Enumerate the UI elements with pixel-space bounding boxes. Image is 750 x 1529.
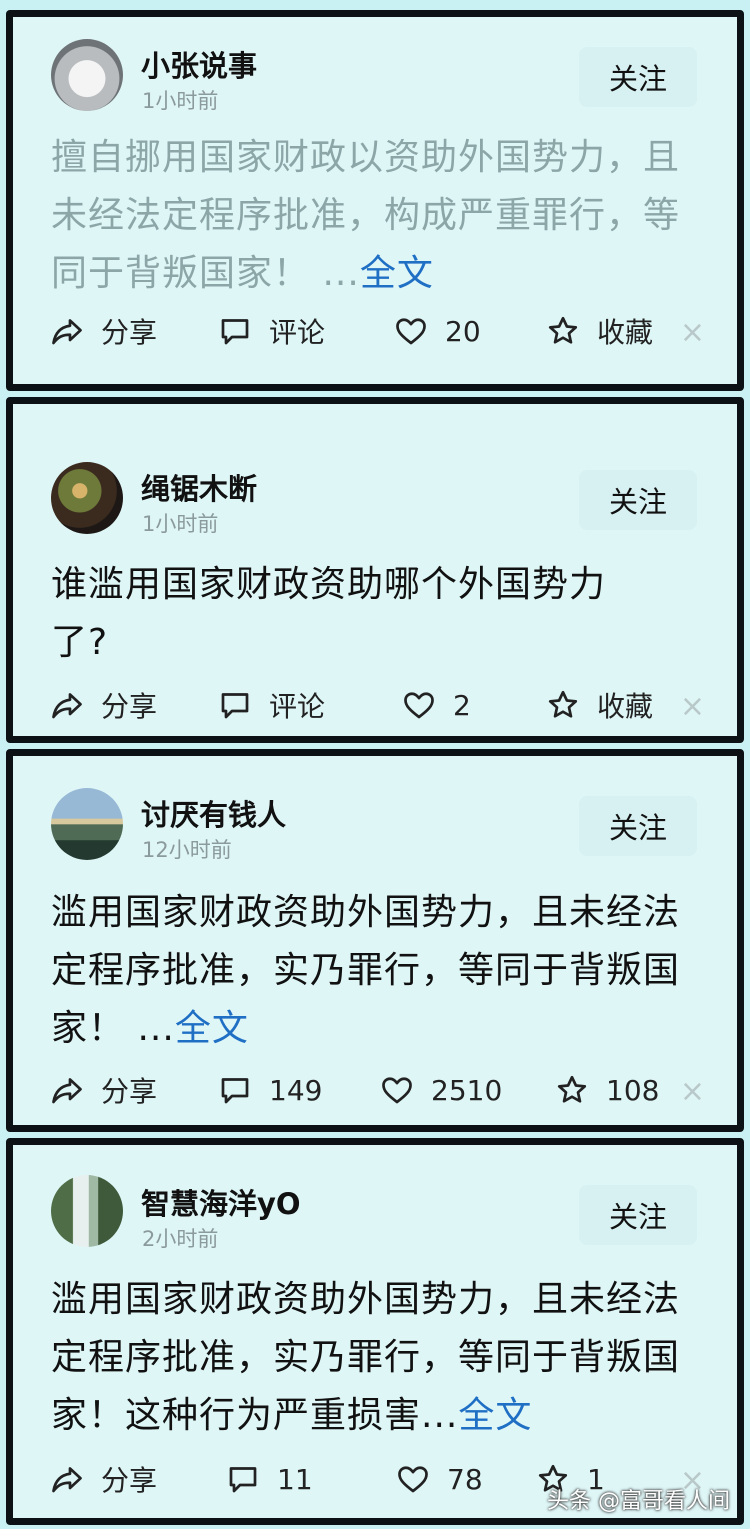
avatar[interactable] (51, 462, 123, 534)
avatar[interactable] (51, 788, 123, 860)
action-bar: 分享 评论 20 收藏 × (49, 309, 717, 353)
heart-icon (396, 318, 426, 345)
share-label: 分享 (101, 1075, 158, 1108)
like-count: 2510 (431, 1073, 503, 1107)
comment-icon (221, 319, 249, 345)
share-label: 分享 (101, 690, 158, 723)
post-text[interactable]: 滥用国家财政资助外国势力，且未经法定程序批准，实乃罪行，等同于背叛国家！ ...… (51, 884, 691, 1058)
like-count: 78 (447, 1462, 483, 1496)
action-bar: 分享 149 2510 108 × (49, 1068, 717, 1112)
like-button[interactable]: 2 (401, 683, 471, 727)
username[interactable]: 讨厌有钱人 (141, 792, 286, 834)
action-bar: 分享 评论 2 收藏 × (49, 683, 717, 727)
share-icon (52, 319, 82, 345)
share-label: 分享 (101, 316, 158, 349)
post-card: 绳锯木断 1小时前 关注 谁滥用国家财政资助哪个外国势力了? 分享 评论 2 收… (6, 397, 744, 743)
comment-count: 11 (277, 1462, 313, 1496)
post-time: 2小时前 (142, 1227, 219, 1251)
collect-count: 108 (606, 1073, 660, 1107)
star-icon (548, 316, 578, 344)
share-icon (52, 1078, 82, 1104)
username[interactable]: 绳锯木断 (141, 466, 257, 508)
like-count: 2 (453, 688, 471, 722)
heart-icon (398, 1466, 428, 1493)
like-count: 20 (445, 314, 481, 348)
post-time: 12小时前 (142, 838, 232, 862)
post-text[interactable]: 擅自挪用国家财政以资助外国势力，且未经法定程序批准，构成严重罪行，等同于背叛国家… (51, 129, 691, 303)
follow-button[interactable]: 关注 (579, 470, 697, 530)
collect-button[interactable]: 收藏 (545, 683, 653, 727)
like-button[interactable]: 20 (393, 309, 481, 353)
post-card: 讨厌有钱人 12小时前 关注 滥用国家财政资助外国势力，且未经法定程序批准，实乃… (6, 749, 744, 1132)
ellipsis: ... (322, 253, 360, 294)
post-text[interactable]: 谁滥用国家财政资助哪个外国势力了? (51, 556, 657, 672)
comment-button[interactable]: 评论 (217, 683, 325, 727)
full-text-link[interactable]: 全文 (175, 1008, 249, 1049)
post-text-content: 滥用国家财政资助外国势力，且未经法定程序批准，实乃罪行，等同于背叛国家！这种行为… (51, 1279, 681, 1436)
follow-button[interactable]: 关注 (579, 47, 697, 107)
post-time: 1小时前 (142, 89, 219, 113)
ellipsis: ... (421, 1395, 459, 1436)
star-icon (548, 690, 578, 718)
close-icon[interactable]: × (680, 315, 705, 350)
share-button[interactable]: 分享 (49, 1457, 157, 1501)
comment-icon (221, 693, 249, 719)
full-text-link[interactable]: 全文 (458, 1395, 532, 1436)
comment-button[interactable]: 149 (217, 1068, 322, 1112)
post-text-content: 谁滥用国家财政资助哪个外国势力了? (51, 564, 607, 663)
like-button[interactable]: 2510 (379, 1068, 502, 1112)
post-card: 小张说事 1小时前 关注 擅自挪用国家财政以资助外国势力，且未经法定程序批准，构… (6, 10, 744, 391)
collect-label: 收藏 (597, 316, 654, 349)
comment-icon (221, 1078, 249, 1104)
avatar[interactable] (51, 1175, 123, 1247)
comment-button[interactable]: 评论 (217, 309, 325, 353)
collect-button[interactable]: 收藏 (545, 309, 653, 353)
share-button[interactable]: 分享 (49, 683, 157, 727)
watermark: 头条 @富哥看人间 (547, 1489, 730, 1514)
close-icon[interactable]: × (680, 1074, 705, 1109)
post-time: 1小时前 (142, 512, 219, 536)
username[interactable]: 小张说事 (141, 43, 257, 85)
username[interactable]: 智慧海洋yO (141, 1181, 301, 1223)
comment-button[interactable]: 11 (225, 1457, 313, 1501)
share-button[interactable]: 分享 (49, 309, 157, 353)
follow-button[interactable]: 关注 (579, 1185, 697, 1245)
heart-icon (382, 1077, 412, 1104)
collect-button[interactable]: 108 (554, 1068, 659, 1112)
post-card: 智慧海洋yO 2小时前 关注 滥用国家财政资助外国势力，且未经法定程序批准，实乃… (6, 1138, 744, 1525)
avatar[interactable] (51, 39, 123, 111)
follow-button[interactable]: 关注 (579, 796, 697, 856)
ellipsis: ... (137, 1008, 175, 1049)
collect-label: 收藏 (597, 690, 654, 723)
full-text-link[interactable]: 全文 (360, 253, 434, 294)
comment-label: 评论 (269, 316, 326, 349)
share-label: 分享 (101, 1464, 158, 1497)
comment-count: 149 (269, 1073, 323, 1107)
comment-label: 评论 (269, 690, 326, 723)
share-icon (52, 1467, 82, 1493)
share-icon (52, 693, 82, 719)
star-icon (557, 1075, 587, 1103)
like-button[interactable]: 78 (395, 1457, 483, 1501)
share-button[interactable]: 分享 (49, 1068, 157, 1112)
close-icon[interactable]: × (680, 689, 705, 724)
post-text[interactable]: 滥用国家财政资助外国势力，且未经法定程序批准，实乃罪行，等同于背叛国家！这种行为… (51, 1271, 691, 1445)
comment-icon (229, 1467, 257, 1493)
heart-icon (404, 692, 434, 719)
